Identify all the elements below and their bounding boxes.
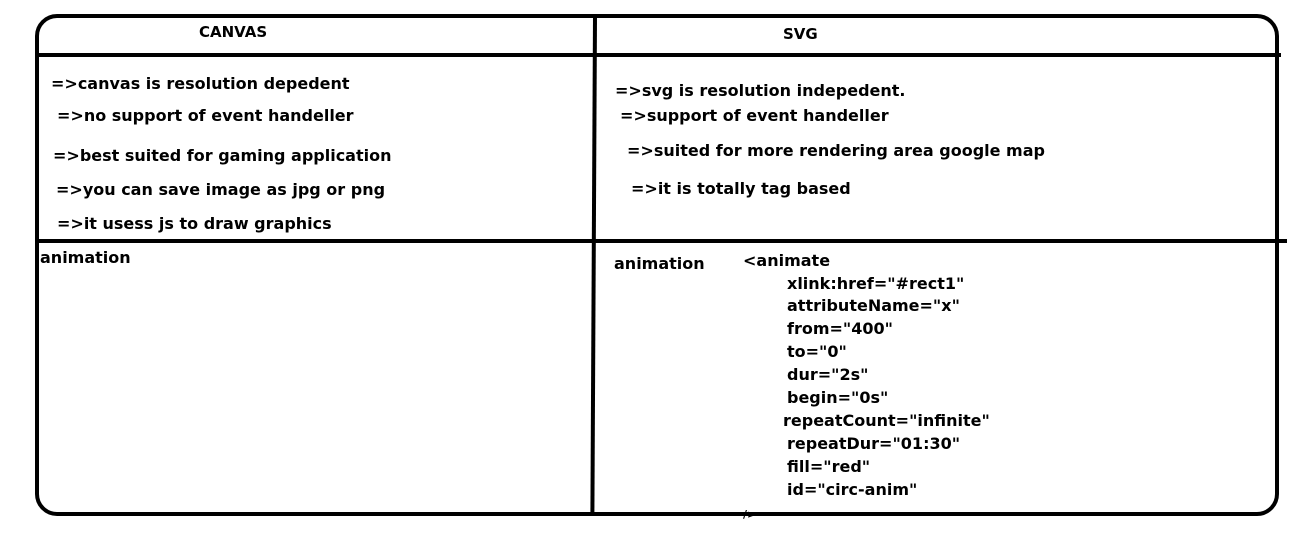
svg-animation-code-line: dur="2s" bbox=[787, 365, 869, 384]
svg-point: =>it is totally tag based bbox=[631, 179, 851, 198]
canvas-point: =>canvas is resolution depedent bbox=[51, 74, 350, 93]
svg-animation-label: animation bbox=[614, 254, 705, 273]
svg-animation-code-line: repeatCount="infinite" bbox=[783, 411, 990, 430]
svg-animation-code-line: id="circ-anim" bbox=[787, 480, 918, 499]
canvas-point: =>it usess js to draw graphics bbox=[57, 214, 332, 233]
svg-header: SVG bbox=[783, 25, 818, 43]
row-divider bbox=[37, 239, 1287, 243]
canvas-point: =>you can save image as jpg or png bbox=[56, 180, 386, 199]
svg-animation-code-line: attributeName="x" bbox=[787, 296, 960, 315]
svg-point: =>suited for more rendering area google … bbox=[627, 141, 1045, 160]
svg-animation-code-line: to="0" bbox=[787, 342, 847, 361]
canvas-point: =>best suited for gaming application bbox=[53, 146, 392, 165]
svg-animation-code-line: from="400" bbox=[787, 319, 893, 338]
svg-animation-code-line: repeatDur="01:30" bbox=[787, 434, 961, 453]
svg-point: =>svg is resolution indepedent. bbox=[615, 81, 906, 100]
canvas-point: =>no support of event handeller bbox=[57, 106, 354, 125]
svg-animation-code-line: begin="0s" bbox=[787, 388, 889, 407]
svg-animation-code-line: /> bbox=[743, 508, 757, 521]
canvas-animation-label: animation bbox=[40, 248, 131, 267]
svg-point: =>support of event handeller bbox=[620, 106, 889, 125]
header-divider bbox=[37, 53, 1281, 57]
svg-animation-code-line: xlink:href="#rect1" bbox=[787, 274, 965, 293]
svg-animation-code-line: <animate bbox=[743, 251, 831, 270]
canvas-header: CANVAS bbox=[199, 23, 268, 41]
svg-animation-code-line: fill="red" bbox=[787, 457, 871, 476]
